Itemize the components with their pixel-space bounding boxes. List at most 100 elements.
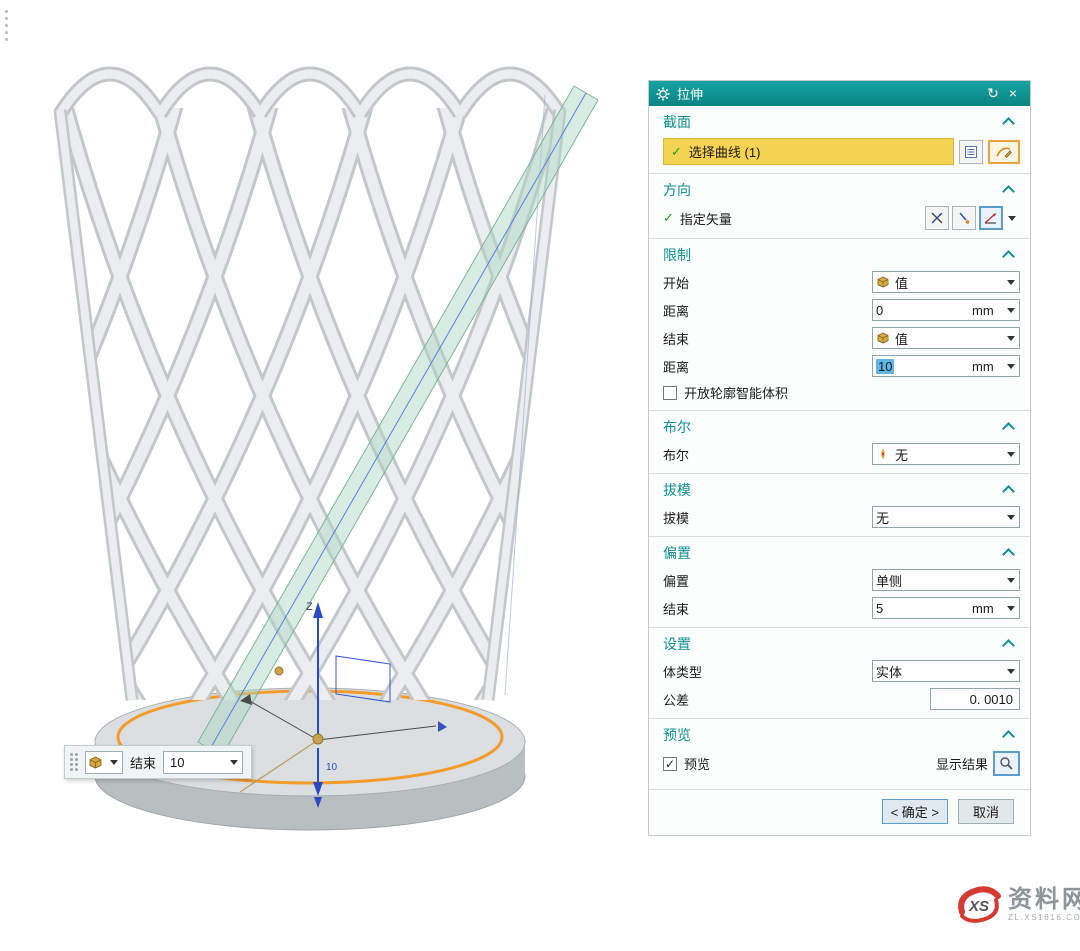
- check-icon: ✓: [671, 144, 682, 160]
- boolean-value: 无: [892, 445, 1002, 464]
- collapse-boolean-icon[interactable]: [1002, 422, 1015, 435]
- show-result-label: 显示结果: [936, 754, 988, 773]
- reset-icon[interactable]: ↻: [983, 81, 1003, 106]
- section-settings: 设置 体类型 实体 公差 0. 0010: [649, 627, 1030, 718]
- watermark-subtitle: ZL.XS1616.COM: [1008, 914, 1080, 923]
- section-header: 预览: [663, 725, 1004, 745]
- vector-dropdown-arrow[interactable]: [1003, 216, 1020, 221]
- dialog-buttons: < 确定 > 取消: [649, 789, 1030, 835]
- show-result-button[interactable]: [993, 751, 1020, 776]
- dialog-titlebar[interactable]: 拉伸 ↻ ×: [649, 81, 1030, 106]
- section-limits: 限制 开始 值 距离 0 mm: [649, 238, 1030, 410]
- check-icon: ✓: [663, 210, 674, 226]
- section-draft: 拔模 拔模 无: [649, 473, 1030, 536]
- cancel-button[interactable]: 取消: [958, 799, 1014, 824]
- dropdown-arrow-icon[interactable]: [1002, 328, 1019, 348]
- offset-end-label: 结束: [663, 599, 872, 618]
- watermark-title: 资料网: [1008, 887, 1080, 913]
- draft-dropdown[interactable]: 无: [872, 506, 1020, 528]
- dropdown-arrow-icon[interactable]: [1002, 507, 1019, 527]
- curve-list-button[interactable]: [959, 140, 983, 164]
- start-distance-unit: mm: [972, 303, 1002, 318]
- secondary-handle-sphere: [275, 667, 283, 675]
- onscreen-mode-dropdown[interactable]: [85, 751, 123, 774]
- svg-text:XS: XS: [968, 898, 989, 915]
- select-curve-label: 选择曲线 (1): [689, 142, 761, 161]
- cube-icon: [89, 756, 102, 769]
- collapse-draft-icon[interactable]: [1002, 485, 1015, 498]
- start-type-dropdown[interactable]: 值: [872, 271, 1020, 293]
- onscreen-end-value[interactable]: 10: [164, 755, 225, 770]
- offset-dropdown[interactable]: 单侧: [872, 569, 1020, 591]
- dropdown-arrow-icon[interactable]: [1002, 444, 1019, 464]
- boolean-label: 布尔: [663, 445, 872, 464]
- offset-label: 偏置: [663, 571, 872, 590]
- viewport-3d[interactable]: Z 10: [0, 0, 648, 951]
- dropdown-arrow-icon[interactable]: [1002, 356, 1019, 376]
- end-distance-value[interactable]: 10: [876, 359, 894, 374]
- axis-z-label: Z: [306, 601, 313, 613]
- boolean-none-icon: [877, 448, 889, 460]
- dropdown-arrow-icon[interactable]: [1002, 661, 1019, 681]
- section-boolean: 布尔 布尔 无: [649, 410, 1030, 473]
- start-distance-label: 距离: [663, 301, 872, 320]
- boolean-dropdown[interactable]: 无: [872, 443, 1020, 465]
- end-type-dropdown[interactable]: 值: [872, 327, 1020, 349]
- open-profile-label: 开放轮廓智能体积: [684, 383, 1020, 402]
- collapse-offset-icon[interactable]: [1002, 548, 1015, 561]
- onscreen-end-combo[interactable]: 10: [163, 751, 243, 774]
- open-profile-checkbox[interactable]: [663, 386, 677, 400]
- collapse-limits-icon[interactable]: [1002, 250, 1015, 263]
- watermark: XS 资料网 ZL.XS1616.COM: [956, 882, 1080, 928]
- end-type-value: 值: [892, 329, 1002, 348]
- end-distance-input[interactable]: 10 mm: [872, 355, 1020, 377]
- start-distance-input[interactable]: 0 mm: [872, 299, 1020, 321]
- section-header: 拔模: [663, 480, 1004, 500]
- dropdown-arrow-icon[interactable]: [1002, 570, 1019, 590]
- section-header: 方向: [663, 180, 1004, 200]
- section-header: 截面: [663, 112, 1004, 132]
- vector-constructor-button[interactable]: [979, 206, 1003, 230]
- magnifier-icon: [999, 756, 1014, 771]
- collapse-settings-icon[interactable]: [1002, 639, 1015, 652]
- dropdown-arrow-icon: [105, 752, 122, 773]
- vector-dialog-button[interactable]: [925, 206, 949, 230]
- sketch-section-button[interactable]: [988, 140, 1020, 164]
- dropdown-arrow-icon[interactable]: [1002, 272, 1019, 292]
- ok-button[interactable]: < 确定 >: [882, 799, 948, 824]
- dropdown-arrow-icon[interactable]: [1002, 598, 1019, 618]
- start-label: 开始: [663, 273, 872, 292]
- cube-icon: [877, 276, 889, 288]
- end-distance-value-wrap[interactable]: 10: [873, 359, 972, 374]
- section-section: 截面 ✓ 选择曲线 (1): [649, 106, 1030, 173]
- gear-icon: [656, 87, 670, 101]
- collapse-direction-icon[interactable]: [1002, 185, 1015, 198]
- inferred-vector-button[interactable]: [952, 206, 976, 230]
- collapse-section-icon[interactable]: [1002, 117, 1015, 130]
- body-type-label: 体类型: [663, 662, 872, 681]
- offset-end-value[interactable]: 5: [873, 601, 972, 616]
- section-header: 布尔: [663, 417, 1004, 437]
- body-type-dropdown[interactable]: 实体: [872, 660, 1020, 682]
- dropdown-arrow-icon[interactable]: [1002, 300, 1019, 320]
- dynamic-distance-value: 10: [326, 762, 338, 773]
- offset-end-input[interactable]: 5 mm: [872, 597, 1020, 619]
- select-curve-field[interactable]: ✓ 选择曲线 (1): [663, 138, 954, 165]
- tolerance-input[interactable]: 0. 0010: [930, 688, 1020, 710]
- section-header: 设置: [663, 634, 1004, 654]
- section-header: 限制: [663, 245, 1004, 265]
- toolbar-grip-handle[interactable]: [70, 753, 78, 771]
- dialog-title: 拉伸: [677, 84, 703, 103]
- preview-checkbox[interactable]: ✓: [663, 757, 677, 771]
- offset-end-unit: mm: [972, 601, 1002, 616]
- tolerance-value[interactable]: 0. 0010: [970, 692, 1013, 707]
- close-icon[interactable]: ×: [1003, 81, 1023, 106]
- offset-value: 单侧: [873, 571, 1002, 590]
- start-distance-value[interactable]: 0: [873, 303, 972, 318]
- origin-handle-sphere: [313, 734, 323, 744]
- onscreen-input-toolbar: 结束 10: [64, 745, 252, 779]
- section-direction: 方向 ✓ 指定矢量: [649, 173, 1030, 238]
- end-label: 结束: [663, 329, 872, 348]
- collapse-preview-icon[interactable]: [1002, 730, 1015, 743]
- draft-label: 拔模: [663, 508, 872, 527]
